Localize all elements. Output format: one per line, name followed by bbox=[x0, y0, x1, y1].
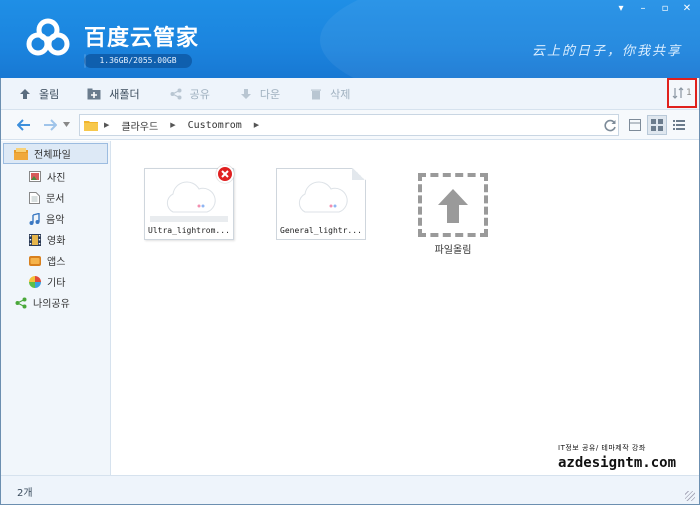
refresh-icon bbox=[603, 119, 616, 131]
path-field[interactable]: ▶ 클라우드 ▶ Customrom ▶ bbox=[79, 114, 619, 136]
app-title: 百度云管家 bbox=[84, 26, 200, 51]
pie-icon bbox=[29, 275, 41, 288]
folder-icon bbox=[84, 120, 98, 131]
sidebar-item-movies[interactable]: 영화 bbox=[1, 229, 110, 250]
list-view-button[interactable] bbox=[669, 115, 689, 135]
preview-toggle-button[interactable] bbox=[625, 115, 645, 135]
share-button[interactable]: 공유 bbox=[160, 78, 220, 110]
restore-icon[interactable]: ▫ bbox=[660, 4, 670, 14]
sidebar-item-my-share[interactable]: 나의공유 bbox=[1, 292, 110, 313]
item-count: 2개 bbox=[17, 488, 33, 499]
resize-grip[interactable] bbox=[685, 491, 695, 501]
sidebar-item-all-files[interactable]: 전체파일 bbox=[3, 143, 108, 164]
path-separator-icon[interactable]: ▶ bbox=[170, 121, 175, 129]
delete-button[interactable]: 삭제 bbox=[300, 78, 360, 110]
path-segment[interactable]: 클라우드 bbox=[121, 118, 158, 133]
arrow-down-icon bbox=[240, 88, 251, 99]
watermark: IT정보 공유/ 테마제작 강좌 azdesigntm.com bbox=[558, 443, 676, 471]
upload-label: 올림 bbox=[39, 87, 60, 101]
file-item[interactable]: General_lightr... bbox=[276, 168, 366, 240]
share-icon bbox=[15, 297, 27, 308]
sidebar-item-documents[interactable]: 문서 bbox=[1, 187, 110, 208]
watermark-site: azdesigntm.com bbox=[558, 455, 677, 471]
window-controls: ▾ – ▫ ✕ bbox=[616, 4, 692, 14]
error-badge bbox=[216, 165, 234, 183]
upload-arrow-icon bbox=[438, 189, 468, 223]
sidebar-item-label: 나의공유 bbox=[33, 299, 70, 310]
new-folder-icon bbox=[87, 88, 101, 99]
app-header: 百度云管家 1.36GB/2055.00GB 云上的日子，你我共享 ▾ – ▫ … bbox=[0, 0, 700, 78]
forward-button[interactable] bbox=[39, 114, 61, 136]
file-name: General_lightr... bbox=[280, 226, 362, 235]
close-icon bbox=[221, 170, 229, 178]
upload-tile[interactable] bbox=[418, 173, 488, 237]
upload-button[interactable]: 올림 bbox=[9, 78, 69, 110]
sidebar-item-label: 앱스 bbox=[47, 257, 66, 268]
sidebar-item-label: 사진 bbox=[47, 173, 66, 184]
sidebar-item-apps[interactable]: 앱스 bbox=[1, 250, 110, 271]
all-files-icon bbox=[14, 147, 28, 160]
file-name: Ultra_lightrom... bbox=[148, 226, 230, 235]
chevron-down-icon bbox=[62, 122, 70, 127]
history-dropdown[interactable] bbox=[61, 114, 71, 136]
cloud-file-icon bbox=[298, 181, 348, 213]
sidebar-item-others[interactable]: 기타 bbox=[1, 271, 110, 292]
storage-quota-fill bbox=[84, 54, 86, 68]
trash-icon bbox=[311, 89, 322, 99]
toolbar-more-button[interactable]: 1 bbox=[667, 78, 697, 108]
baidu-cloud-logo bbox=[26, 18, 70, 56]
path-segment[interactable]: Customrom bbox=[188, 120, 242, 131]
upload-tile-label: 파일올림 bbox=[434, 245, 472, 256]
apps-icon bbox=[29, 255, 41, 266]
storage-quota-text: 1.36GB/2055.00GB bbox=[99, 56, 177, 65]
sidebar-item-music[interactable]: 음악 bbox=[1, 208, 110, 229]
download-button[interactable]: 다운 bbox=[230, 78, 290, 110]
address-bar: ▶ 클라우드 ▶ Customrom ▶ bbox=[1, 110, 699, 140]
watermark-caption: IT정보 공유/ 테마제작 강좌 bbox=[558, 444, 646, 452]
back-button[interactable] bbox=[13, 114, 35, 136]
file-progress-track bbox=[150, 216, 228, 222]
list-view-icon bbox=[673, 120, 685, 130]
sidebar-item-label: 전체파일 bbox=[34, 150, 71, 161]
path-separator-icon[interactable]: ▶ bbox=[254, 121, 259, 129]
sidebar-item-label: 기타 bbox=[47, 278, 66, 289]
share-label: 공유 bbox=[189, 87, 210, 101]
status-bar: 2개 bbox=[1, 475, 699, 504]
photo-icon bbox=[29, 171, 41, 182]
page-fold bbox=[352, 168, 366, 180]
arrow-up-icon bbox=[20, 88, 30, 99]
arrow-left-icon bbox=[17, 118, 30, 131]
film-icon bbox=[29, 233, 41, 246]
toolbar-right-label: 1 bbox=[686, 88, 692, 98]
document-icon bbox=[29, 191, 40, 204]
refresh-button[interactable] bbox=[601, 114, 619, 136]
sidebar-item-label: 문서 bbox=[46, 194, 65, 205]
menu-icon[interactable]: ▾ bbox=[616, 4, 626, 14]
toolbar: 올림 새폴더 공유 다운 삭제 1 bbox=[1, 78, 699, 110]
cloud-file-icon bbox=[166, 181, 216, 213]
sidebar-item-label: 영화 bbox=[47, 236, 66, 247]
sort-icon bbox=[672, 87, 684, 99]
close-icon[interactable]: ✕ bbox=[682, 4, 692, 14]
download-label: 다운 bbox=[259, 87, 281, 101]
new-folder-button[interactable]: 새폴더 bbox=[77, 78, 149, 110]
sidebar-item-label: 음악 bbox=[46, 215, 65, 226]
grid-view-button[interactable] bbox=[647, 115, 667, 135]
share-icon bbox=[170, 88, 182, 99]
sidebar: 전체파일 사진 문서 음악 영화 앱스 기타 나의공유 bbox=[1, 141, 111, 475]
new-folder-label: 새폴더 bbox=[109, 87, 140, 101]
preview-pane-icon bbox=[629, 119, 641, 131]
path-separator-icon[interactable]: ▶ bbox=[104, 121, 109, 129]
arrow-right-icon bbox=[44, 118, 57, 131]
file-item[interactable]: Ultra_lightrom... bbox=[144, 165, 234, 240]
slogan: 云上的日子，你我共享 bbox=[531, 44, 682, 59]
storage-quota: 1.36GB/2055.00GB bbox=[84, 54, 192, 68]
minimize-icon[interactable]: – bbox=[638, 4, 648, 14]
file-area: Ultra_lightrom... General_lightr... 파일올림… bbox=[112, 141, 699, 475]
delete-label: 삭제 bbox=[330, 87, 351, 101]
grid-view-icon bbox=[651, 119, 663, 131]
music-note-icon bbox=[29, 212, 40, 225]
sidebar-item-photos[interactable]: 사진 bbox=[1, 166, 110, 187]
